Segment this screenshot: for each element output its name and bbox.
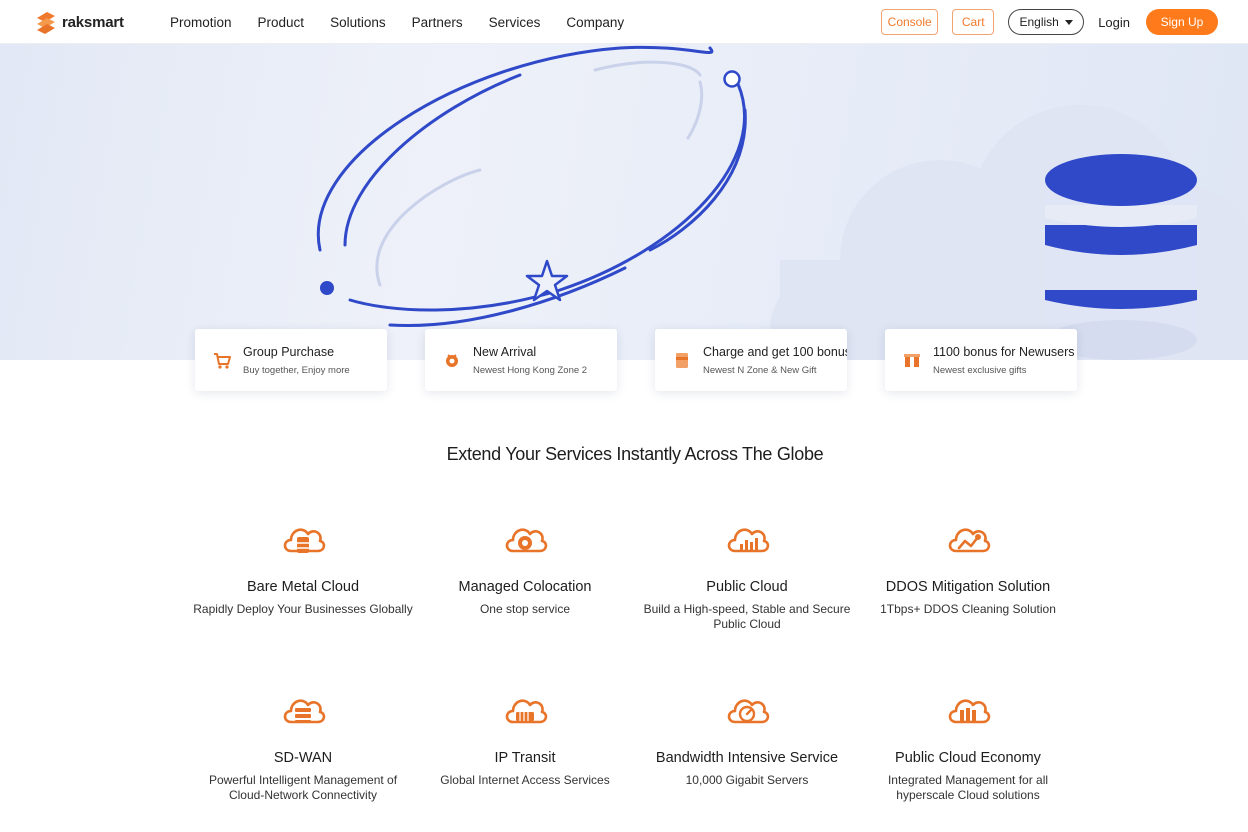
nav-promotion[interactable]: Promotion bbox=[170, 15, 232, 30]
signup-button[interactable]: Sign Up bbox=[1146, 9, 1218, 35]
nav-product[interactable]: Product bbox=[258, 15, 305, 30]
service-public-cloud-economy[interactable]: Public Cloud Economy Integrated Manageme… bbox=[858, 690, 1078, 803]
console-button[interactable]: Console bbox=[881, 9, 939, 35]
promo-subtitle: Buy together, Enjoy more bbox=[243, 364, 350, 376]
service-ip-transit[interactable]: IP Transit Global Internet Access Servic… bbox=[415, 690, 635, 788]
cart-icon bbox=[214, 353, 231, 369]
promo-card-charge-bonus[interactable]: Charge and get 100 bonus Newest N Zone &… bbox=[655, 329, 847, 391]
services-grid: Bare Metal Cloud Rapidly Deploy Your Bus… bbox=[0, 0, 1248, 832]
nav-company[interactable]: Company bbox=[566, 15, 624, 30]
main-nav: Promotion Product Solutions Partners Ser… bbox=[170, 0, 624, 44]
service-title: Public Cloud bbox=[706, 579, 788, 595]
ddos-mitigation-icon bbox=[948, 528, 991, 553]
service-description: Integrated Management for all hyperscale… bbox=[887, 773, 1049, 802]
promo-card-new-arrival[interactable]: New Arrival Newest Hong Kong Zone 2 bbox=[425, 329, 617, 391]
login-link[interactable]: Login bbox=[1098, 15, 1130, 30]
managed-colocation-icon bbox=[505, 528, 548, 553]
gift-icon bbox=[446, 354, 458, 367]
brand-logo-icon bbox=[37, 12, 55, 34]
ip-transit-icon bbox=[505, 699, 548, 724]
bonus-icon bbox=[904, 354, 920, 367]
sd-wan-icon bbox=[283, 699, 326, 724]
brand-name: raksmart bbox=[62, 13, 124, 31]
service-title: Bare Metal Cloud bbox=[246, 579, 360, 595]
promo-title: 1100 bonus for Newusers bbox=[933, 344, 1075, 359]
chevron-down-icon bbox=[1064, 19, 1073, 25]
promo-title: Group Purchase bbox=[243, 344, 335, 359]
nav-actions: Console Cart English Login Sign Up bbox=[881, 0, 1218, 44]
service-sd-wan[interactable]: SD-WAN Powerful Intelligent Management o… bbox=[193, 690, 413, 803]
service-title: DDOS Mitigation Solution bbox=[885, 579, 1051, 595]
brand-logo[interactable]: raksmart bbox=[34, 9, 124, 35]
nav-solutions[interactable]: Solutions bbox=[330, 15, 386, 30]
bare-metal-cloud-icon bbox=[283, 528, 326, 553]
service-title: Managed Colocation bbox=[458, 579, 592, 595]
bandwidth-service-icon bbox=[727, 699, 770, 724]
service-title: IP Transit bbox=[494, 750, 556, 766]
service-ddos-mitigation[interactable]: DDOS Mitigation Solution 1Tbps+ DDOS Cle… bbox=[858, 519, 1078, 617]
promo-card-newuser-bonus[interactable]: 1100 bonus for Newusers Newest exclusive… bbox=[885, 329, 1077, 391]
language-label: English bbox=[1019, 15, 1059, 29]
promo-title: Charge and get 100 bonus bbox=[703, 344, 847, 359]
service-description: Powerful Intelligent Management of Cloud… bbox=[208, 773, 398, 802]
service-managed-colocation[interactable]: Managed Colocation One stop service bbox=[415, 519, 635, 617]
promo-card-group-purchase[interactable]: Group Purchase Buy together, Enjoy more bbox=[195, 329, 387, 391]
service-public-cloud[interactable]: Public Cloud Build a High-speed, Stable … bbox=[637, 519, 857, 632]
service-description: One stop service bbox=[479, 602, 571, 616]
service-description: Global Internet Access Services bbox=[440, 773, 610, 787]
top-navbar: raksmart Promotion Product Solutions Par… bbox=[0, 0, 1248, 44]
promo-subtitle: Newest N Zone & New Gift bbox=[703, 364, 817, 376]
nav-services[interactable]: Services bbox=[489, 15, 541, 30]
service-title: SD-WAN bbox=[273, 750, 333, 766]
public-cloud-icon bbox=[727, 528, 770, 553]
service-description: 1Tbps+ DDOS Cleaning Solution bbox=[880, 602, 1056, 616]
promo-cards: Group Purchase Buy together, Enjoy more … bbox=[0, 329, 1248, 391]
promo-subtitle: Newest Hong Kong Zone 2 bbox=[473, 364, 588, 376]
service-bandwidth-intensive[interactable]: Bandwidth Intensive Service 10,000 Gigab… bbox=[637, 690, 857, 788]
service-description: Rapidly Deploy Your Businesses Globally bbox=[193, 602, 413, 616]
language-select[interactable]: English bbox=[1008, 9, 1085, 35]
public-cloud-economy-icon bbox=[948, 699, 991, 724]
service-description: Build a High-speed, Stable and Secure Pu… bbox=[643, 602, 851, 631]
nav-partners[interactable]: Partners bbox=[412, 15, 463, 30]
promo-title: New Arrival bbox=[473, 344, 537, 359]
service-bare-metal-cloud[interactable]: Bare Metal Cloud Rapidly Deploy Your Bus… bbox=[193, 519, 413, 617]
service-title: Bandwidth Intensive Service bbox=[655, 750, 839, 766]
service-title: Public Cloud Economy bbox=[895, 750, 1041, 766]
service-description: 10,000 Gigabit Servers bbox=[685, 773, 809, 787]
cart-button[interactable]: Cart bbox=[952, 9, 995, 35]
card-icon bbox=[676, 353, 688, 368]
promo-subtitle: Newest exclusive gifts bbox=[933, 364, 1027, 376]
